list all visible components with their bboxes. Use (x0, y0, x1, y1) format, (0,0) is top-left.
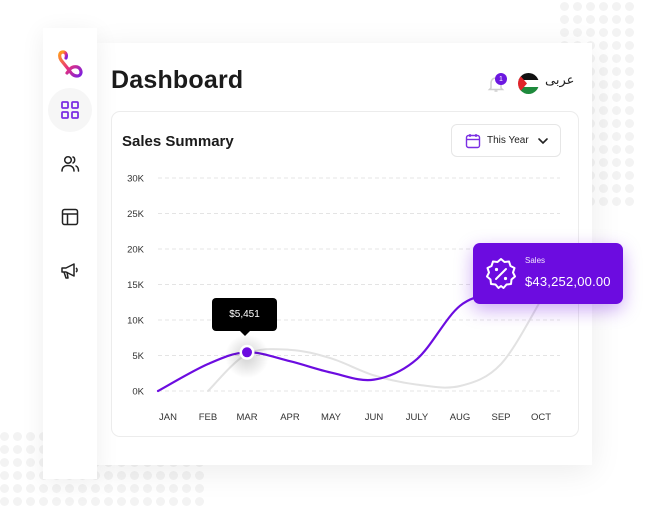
x-tick-label: SEP (491, 412, 510, 423)
y-tick-label: 5K (132, 351, 144, 362)
sales-value: $43,252,00.00 (525, 274, 611, 289)
x-tick-label: APR (280, 412, 300, 423)
sales-label: Sales (525, 256, 546, 265)
y-tick-label: 15K (127, 280, 145, 291)
y-tick-label: 30K (127, 174, 145, 185)
data-point-dot (242, 347, 252, 358)
x-tick-label: FEB (199, 412, 217, 423)
x-tick-label: AUG (450, 412, 471, 423)
x-tick-label: OCT (531, 412, 551, 423)
y-tick-label: 10K (127, 316, 145, 327)
y-tick-label: 25K (127, 209, 145, 220)
y-tick-label: 0K (132, 387, 144, 398)
x-tick-label: MAY (321, 412, 342, 423)
x-tick-label: JULY (406, 412, 429, 423)
x-tick-label: MAR (236, 412, 257, 423)
y-tick-label: 20K (127, 245, 145, 256)
x-tick-label: JAN (159, 412, 177, 423)
discount-badge-icon (486, 258, 516, 289)
sales-total-card: Sales $43,252,00.00 (473, 243, 623, 304)
chart-tooltip: $5,451 (212, 298, 277, 336)
x-tick-label: JUN (365, 412, 384, 423)
